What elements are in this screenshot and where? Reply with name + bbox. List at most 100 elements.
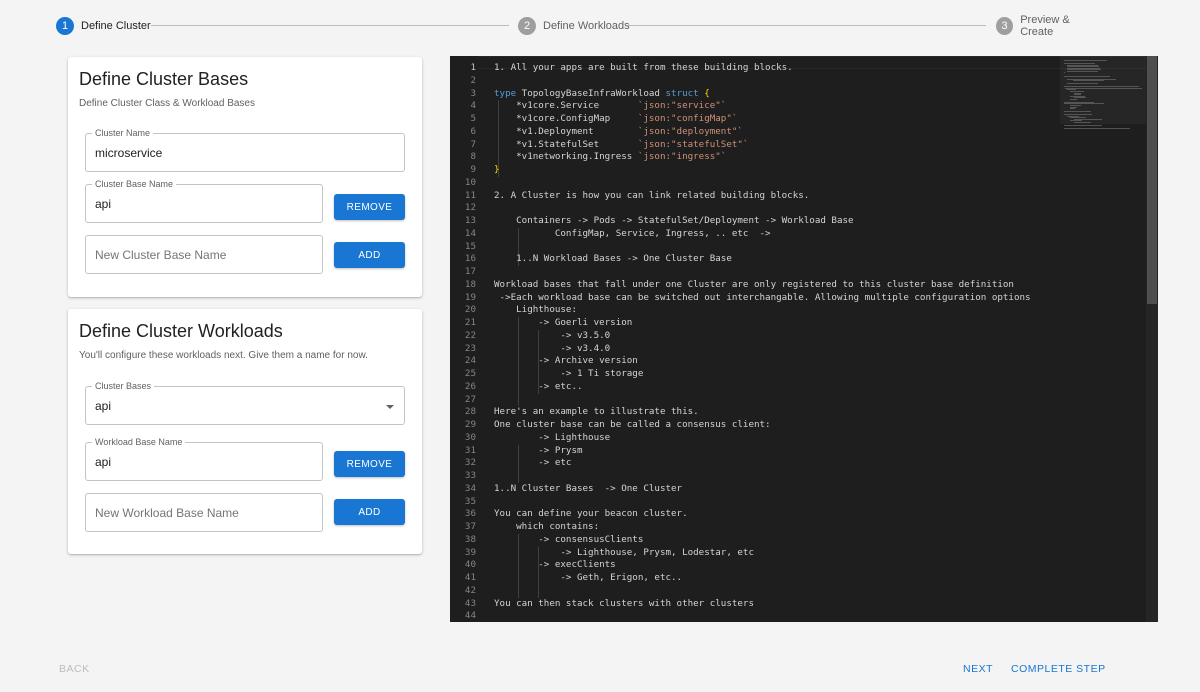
code-token: 1..N Cluster Bases -> One Cluster: [494, 482, 683, 494]
add-workload-base-button[interactable]: ADD: [334, 499, 405, 525]
complete-step-button[interactable]: COMPLETE STEP: [1011, 663, 1106, 675]
code-line[interactable]: *v1core.ConfigMap `json:"configMap"`: [494, 113, 737, 126]
new-workload-base-input[interactable]: New Workload Base Name: [85, 493, 323, 532]
code-line[interactable]: }: [494, 164, 500, 177]
cluster-name-field[interactable]: Cluster Name microservice: [85, 128, 405, 172]
code-line[interactable]: -> 1 Ti storage: [494, 368, 643, 381]
minimap-line: [1067, 83, 1099, 85]
code-line[interactable]: 2. A Cluster is how you can link related…: [494, 190, 809, 203]
code-line[interactable]: -> v3.5.0: [494, 330, 610, 343]
line-number: 4: [470, 100, 476, 112]
code-line[interactable]: *v1.StatefulSet `json:"statefulSet"`: [494, 139, 748, 152]
minimap-line: [1064, 72, 1065, 74]
code-line[interactable]: -> Prysm: [494, 444, 583, 458]
code-line[interactable]: -> etc..: [494, 381, 582, 394]
step-define-cluster[interactable]: 1 Define Cluster: [56, 16, 151, 36]
next-button[interactable]: NEXT: [963, 663, 993, 675]
minimap-line: [1064, 128, 1131, 130]
cluster-base-name-field[interactable]: Cluster Base Name api: [85, 179, 323, 223]
line-number: 5: [470, 113, 476, 124]
step-connector: [151, 25, 509, 26]
code-token: type: [494, 87, 517, 99]
line-number: 42: [464, 584, 476, 596]
line-number: 36: [464, 508, 476, 520]
code-line[interactable]: -> v3.4.0: [494, 343, 610, 356]
code-line[interactable]: -> Archive version: [494, 355, 638, 368]
code-token: ConfigMap, Service, Ingress, .. etc ->: [494, 227, 771, 239]
line-number: 22: [464, 329, 476, 341]
cluster-workloads-title: Define Cluster Workloads: [79, 321, 283, 341]
code-line[interactable]: ->Each workload base can be switched out…: [494, 292, 1031, 305]
line-number: 34: [464, 482, 476, 494]
code-token: -> consensusClients: [494, 533, 644, 545]
cluster-name-label: Cluster Name: [92, 128, 154, 139]
line-number: 29: [464, 419, 476, 430]
code-line[interactable]: -> execClients: [494, 559, 615, 572]
workload-base-name-field[interactable]: Workload Base Name api: [85, 437, 323, 481]
code-line[interactable]: Containers -> Pods -> StatefulSet/Deploy…: [494, 215, 853, 228]
code-line[interactable]: You can then stack clusters with other c…: [494, 598, 754, 611]
code-line[interactable]: Lighthouse:: [494, 304, 577, 317]
new-cluster-base-input[interactable]: New Cluster Base Name: [85, 235, 323, 274]
code-line[interactable]: which contains:: [494, 521, 599, 534]
step-label-define-workloads: Define Workloads: [543, 20, 630, 32]
code-token: `json:"statefulSet"`: [637, 138, 749, 150]
new-workload-base-placeholder: New Workload Base Name: [95, 505, 239, 520]
code-token: which contains:: [494, 521, 600, 532]
line-number: 40: [464, 559, 476, 571]
code-line[interactable]: 1..N Cluster Bases -> One Cluster: [494, 483, 682, 496]
step-preview-create[interactable]: 3 Preview & Create: [996, 14, 1102, 38]
step-define-workloads[interactable]: 2 Define Workloads: [518, 16, 630, 36]
line-number: 27: [464, 393, 476, 405]
code-line[interactable]: You can define your beacon cluster.: [494, 508, 688, 521]
code-token: -> Lighthouse: [494, 431, 611, 443]
code-line[interactable]: *v1.Deployment `json:"deployment"`: [494, 126, 743, 139]
code-line[interactable]: -> etc: [494, 457, 571, 470]
line-number: 7: [470, 138, 476, 150]
line-number: 10: [464, 176, 476, 188]
code-token: One cluster base can be called a consens…: [494, 419, 771, 430]
cluster-bases-select[interactable]: Cluster Bases api: [85, 381, 405, 425]
remove-workload-base-button[interactable]: REMOVE: [334, 451, 405, 477]
code-line[interactable]: Workload bases that fall under one Clust…: [494, 279, 1014, 292]
code-token: `json:"deployment"`: [637, 125, 743, 137]
back-button[interactable]: BACK: [59, 663, 90, 675]
code-token: *v1.Deployment: [494, 125, 638, 137]
code-line[interactable]: type TopologyBaseInfraWorkload struct {: [494, 88, 710, 101]
editor-scrollbar[interactable]: [1146, 56, 1158, 622]
code-editor[interactable]: 1 2 3 4 5 6 7 8 9 10 11 12 13 14 15 16 17 18 19 20 21 22 23 24 2…: [450, 56, 1158, 622]
code-line[interactable]: -> Geth, Erigon, etc..: [494, 572, 682, 585]
code-line[interactable]: -> Lighthouse: [494, 432, 610, 445]
minimap-line: [1064, 111, 1092, 113]
code-token: `json:"ingress"`: [637, 151, 727, 163]
code-token: -> etc: [494, 457, 572, 469]
line-number: 20: [464, 304, 476, 316]
code-line[interactable]: *v1networking.Ingress `json:"ingress"`: [494, 151, 726, 164]
code-line[interactable]: One cluster base can be called a consens…: [494, 419, 771, 432]
line-number: 2: [470, 74, 476, 86]
code-line[interactable]: *v1core.Service `json:"service"`: [494, 100, 726, 113]
code-token: You can then stack clusters with other c…: [494, 597, 754, 609]
code-line[interactable]: -> Goerli version: [494, 317, 632, 330]
code-line[interactable]: 1..N Workload Bases -> One Cluster Base: [494, 253, 732, 266]
code-token: -> Prysm: [494, 444, 583, 456]
code-line[interactable]: -> Lighthouse, Prysm, Lodestar, etc: [494, 547, 754, 560]
line-number: 12: [464, 202, 476, 214]
step-connector: [628, 25, 986, 26]
code-line[interactable]: -> consensusClients: [494, 534, 643, 547]
add-cluster-base-button[interactable]: ADD: [334, 242, 405, 268]
code-token: -> Archive version: [494, 355, 638, 367]
code-line[interactable]: Here's an example to illustrate this.: [494, 406, 699, 419]
code-line[interactable]: 1. All your apps are built from these bu…: [494, 62, 793, 75]
editor-scroll-thumb[interactable]: [1147, 56, 1157, 304]
minimap-line: [1064, 125, 1102, 127]
minimap[interactable]: [1060, 56, 1146, 622]
line-number: 11: [464, 189, 476, 201]
line-number: 38: [464, 533, 476, 545]
line-number: 37: [464, 521, 476, 532]
code-line[interactable]: ConfigMap, Service, Ingress, .. etc ->: [494, 228, 771, 241]
line-number: 25: [464, 368, 476, 379]
remove-cluster-base-button[interactable]: REMOVE: [334, 194, 405, 220]
line-number: 17: [464, 266, 476, 277]
cluster-bases-select-value: api: [95, 398, 112, 413]
